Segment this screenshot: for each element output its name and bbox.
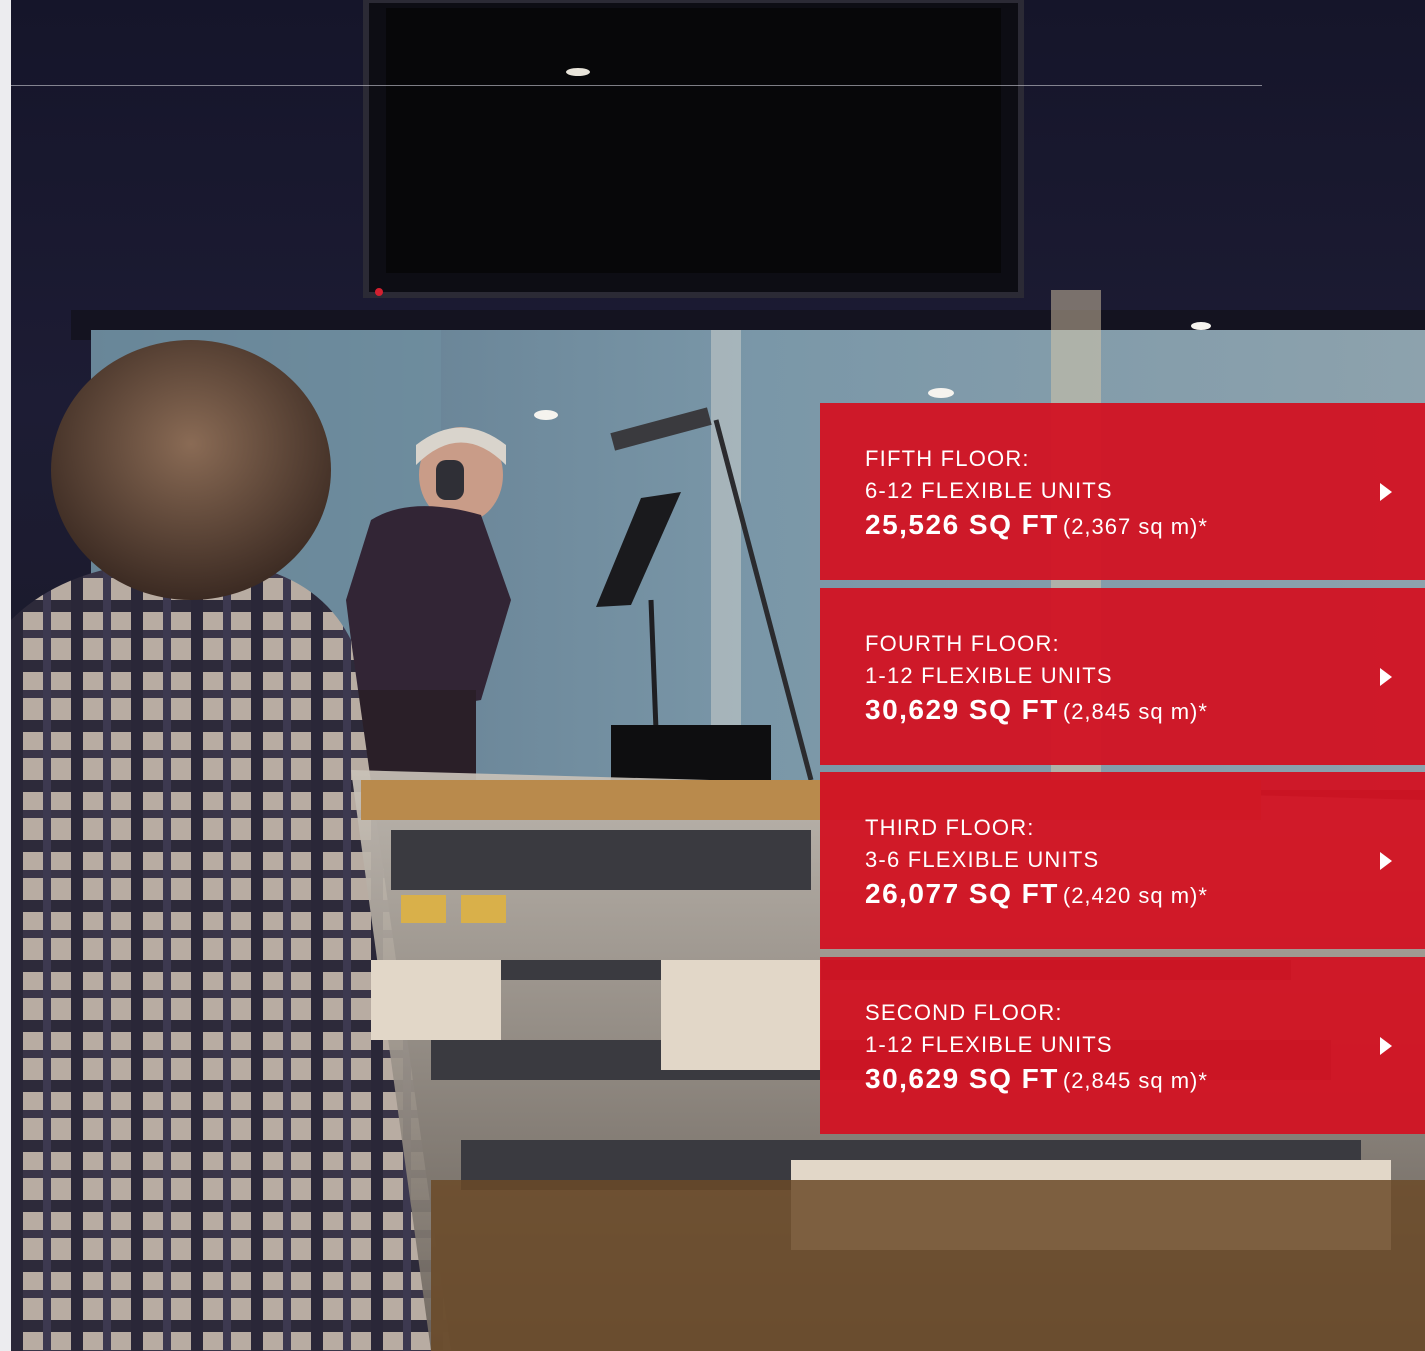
floor-area: 30,629 SQ FT (2,845 sq m)* — [865, 1059, 1425, 1104]
floor-sqm: (2,845 sq m)* — [1062, 699, 1208, 724]
floor-sqft: 26,077 SQ FT — [865, 878, 1059, 909]
floor-units: 6-12 FLEXIBLE UNITS — [865, 478, 1113, 503]
play-arrow-icon[interactable] — [1380, 1037, 1392, 1055]
floor-units: 1-12 FLEXIBLE UNITS — [865, 663, 1113, 688]
top-rule-line — [11, 85, 1262, 86]
floor-units: 1-12 FLEXIBLE UNITS — [865, 1032, 1113, 1057]
floor-sqft: 25,526 SQ FT — [865, 509, 1059, 540]
floor-name: FIFTH FLOOR: — [865, 446, 1030, 471]
floor-area: 30,629 SQ FT (2,845 sq m)* — [865, 690, 1425, 735]
floor-name: SECOND FLOOR: — [865, 1000, 1063, 1025]
floor-area: 26,077 SQ FT (2,420 sq m)* — [865, 874, 1425, 919]
floor-units: 3-6 FLEXIBLE UNITS — [865, 847, 1100, 872]
floor-sqft: 30,629 SQ FT — [865, 1063, 1059, 1094]
floor-name: FOURTH FLOOR: — [865, 631, 1060, 656]
fourth-floor-card[interactable]: FOURTH FLOOR: 1-12 FLEXIBLE UNITS 30,629… — [820, 588, 1425, 765]
floor-name: THIRD FLOOR: — [865, 815, 1035, 840]
third-floor-card[interactable]: THIRD FLOOR: 3-6 FLEXIBLE UNITS 26,077 S… — [820, 772, 1425, 949]
play-arrow-icon[interactable] — [1380, 668, 1392, 686]
play-arrow-icon[interactable] — [1380, 483, 1392, 501]
left-page-margin — [0, 0, 11, 1351]
second-floor-card[interactable]: SECOND FLOOR: 1-12 FLEXIBLE UNITS 30,629… — [820, 957, 1425, 1134]
floor-sqm: (2,845 sq m)* — [1062, 1068, 1208, 1093]
play-arrow-icon[interactable] — [1380, 852, 1392, 870]
fifth-floor-card[interactable]: FIFTH FLOOR: 6-12 FLEXIBLE UNITS 25,526 … — [820, 403, 1425, 580]
floor-sqm: (2,367 sq m)* — [1062, 514, 1208, 539]
floor-sqft: 30,629 SQ FT — [865, 694, 1059, 725]
floor-sqm: (2,420 sq m)* — [1062, 883, 1208, 908]
floor-area: 25,526 SQ FT (2,367 sq m)* — [865, 505, 1425, 550]
